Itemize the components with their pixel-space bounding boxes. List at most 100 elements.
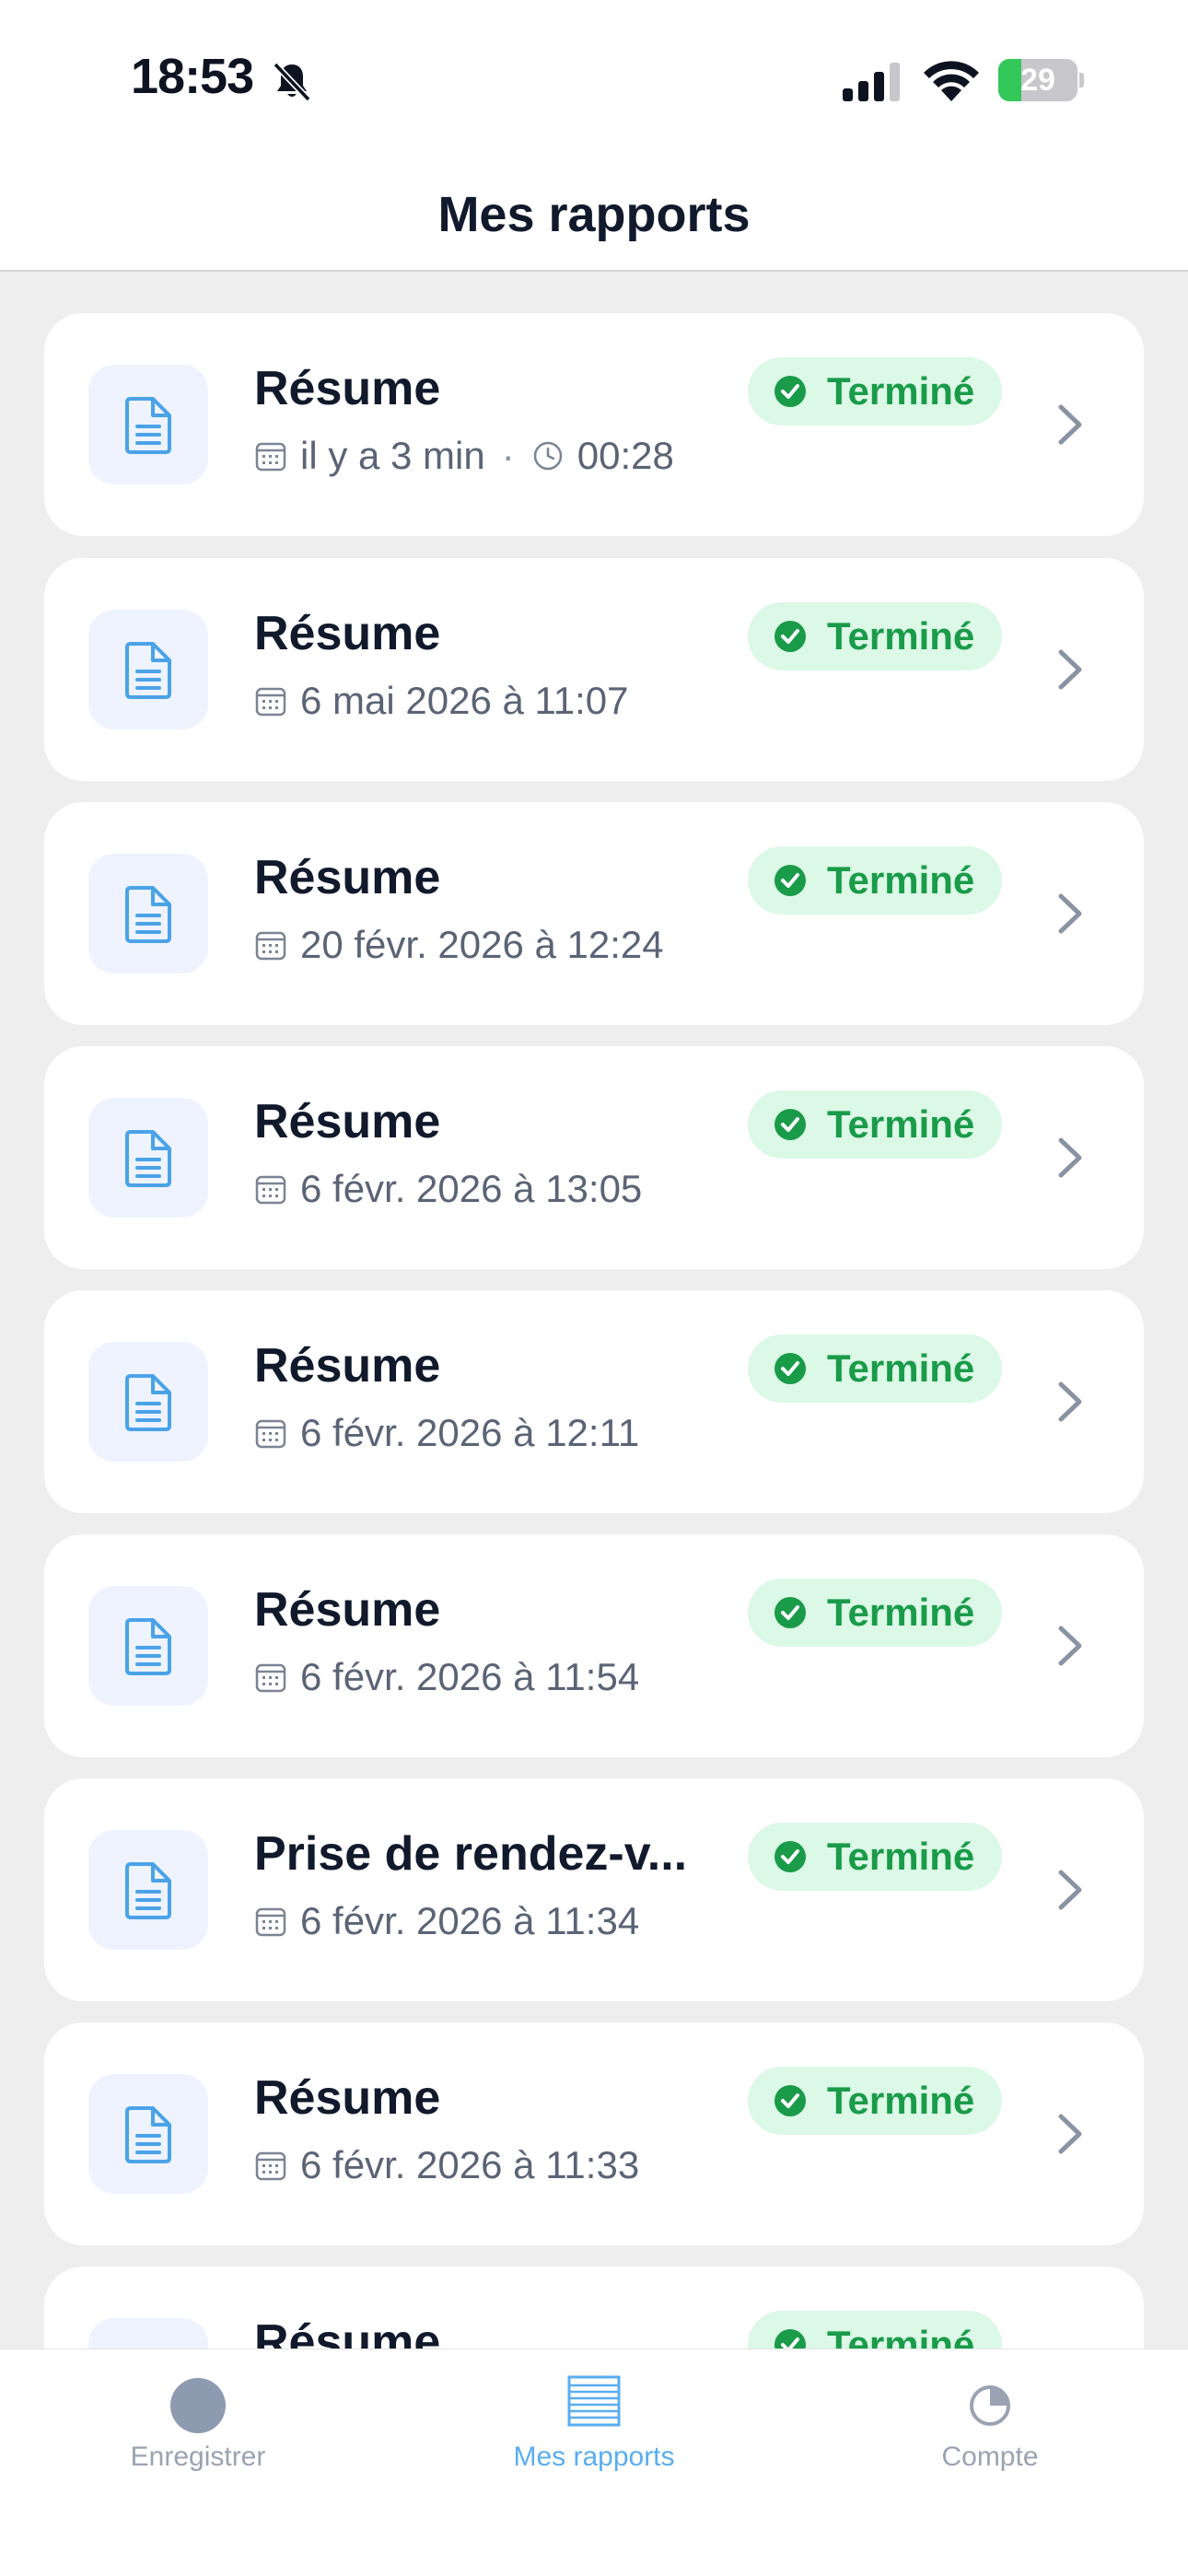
- document-icon-tile: [88, 365, 208, 484]
- check-circle-icon: [775, 865, 806, 896]
- report-title: Résume: [254, 607, 441, 660]
- chevron-right-icon: [1058, 649, 1082, 690]
- report-card[interactable]: Résume il y a 3 min · 00:28 Terminé: [44, 313, 1144, 536]
- document-icon-tile: [88, 2318, 208, 2349]
- status-label: Terminé: [827, 614, 975, 658]
- document-icon-tile: [88, 1098, 208, 1218]
- tab-label: Mes rapports: [513, 2442, 675, 2472]
- report-title: Résume: [254, 851, 441, 904]
- check-circle-icon: [775, 2329, 806, 2349]
- bell-slash-icon: [273, 62, 311, 102]
- status-label: Terminé: [827, 2323, 975, 2349]
- report-title: Résume: [254, 2315, 441, 2349]
- report-card[interactable]: Résume 20 févr. 2026 à 12:24 Terminé: [44, 802, 1144, 1025]
- document-icon-tile: [88, 1586, 208, 1706]
- document-icon: [125, 1862, 171, 1919]
- report-meta: il y a 3 min · 00:28: [254, 433, 674, 479]
- calendar-icon: [255, 687, 286, 717]
- clock-icon: [533, 441, 562, 471]
- report-meta: 6 févr. 2026 à 11:33: [254, 2142, 639, 2188]
- chevron-right-icon: [1058, 404, 1082, 445]
- document-icon-tile: [88, 1342, 208, 1462]
- report-title: Résume: [254, 1095, 441, 1148]
- chevron-right-icon: [1058, 1870, 1082, 1910]
- status-badge: Terminé: [748, 846, 1003, 915]
- reports-list[interactable]: Résume il y a 3 min · 00:28 Terminé Résu…: [0, 272, 1188, 2349]
- report-meta: 6 févr. 2026 à 13:05: [254, 1166, 642, 1212]
- tab-mes-rapports[interactable]: Mes rapports: [396, 2349, 792, 2576]
- cellular-signal-icon: [843, 63, 900, 101]
- check-circle-icon: [775, 1841, 806, 1872]
- chevron-right-icon: [1058, 1137, 1082, 1178]
- status-label: Terminé: [827, 1346, 975, 1390]
- chevron-right-icon: [1058, 2114, 1082, 2154]
- calendar-icon: [255, 1663, 286, 1693]
- status-label: Terminé: [827, 858, 975, 902]
- report-title: Résume: [254, 1339, 441, 1393]
- chevron-right-icon: [1058, 893, 1082, 934]
- report-card[interactable]: Résume 6 févr. 2026 à 11:33 Terminé: [44, 2022, 1144, 2245]
- status-label: Terminé: [827, 369, 975, 413]
- report-card[interactable]: Prise de rendez-v... 6 févr. 2026 à 11:3…: [44, 1778, 1144, 2001]
- status-badge: Terminé: [748, 2067, 1003, 2135]
- tab-bar: Enregistrer Mes rapports Compte: [0, 2349, 1188, 2576]
- status-badge: Terminé: [748, 1823, 1003, 1891]
- report-duration: 00:28: [577, 434, 674, 477]
- report-title: Prise de rendez-v...: [254, 1827, 688, 1881]
- report-meta: 6 févr. 2026 à 11:54: [254, 1654, 639, 1700]
- check-circle-icon: [775, 2085, 806, 2116]
- tab-label: Enregistrer: [130, 2442, 266, 2472]
- document-icon-tile: [88, 854, 208, 973]
- tab-compte[interactable]: Compte: [792, 2349, 1188, 2576]
- status-badge: Terminé: [748, 2311, 1003, 2349]
- report-date: 6 févr. 2026 à 11:33: [300, 2143, 640, 2186]
- check-circle-icon: [775, 621, 806, 652]
- status-badge: Terminé: [748, 1579, 1003, 1647]
- calendar-icon: [255, 1907, 286, 1937]
- report-meta: 6 févr. 2026 à 12:11: [254, 1410, 639, 1456]
- report-card[interactable]: Résume Terminé: [44, 2267, 1144, 2349]
- account-icon: [970, 2385, 1010, 2426]
- calendar-icon: [255, 2151, 286, 2181]
- report-title: Résume: [254, 1583, 441, 1637]
- record-icon: [170, 2378, 226, 2433]
- tab-enregistrer[interactable]: Enregistrer: [0, 2349, 396, 2576]
- battery-indicator: 29: [998, 59, 1084, 101]
- wifi-icon: [924, 61, 979, 101]
- report-card[interactable]: Résume 6 févr. 2026 à 13:05 Terminé: [44, 1046, 1144, 1269]
- report-date: il y a 3 min: [300, 434, 485, 477]
- document-icon: [125, 886, 171, 943]
- status-label: Terminé: [827, 1102, 975, 1146]
- document-icon: [125, 397, 171, 454]
- report-date: 6 mai 2026 à 11:07: [300, 679, 629, 722]
- status-bar: 18:53 29: [0, 0, 1188, 147]
- check-circle-icon: [775, 1597, 806, 1628]
- calendar-icon: [255, 442, 286, 472]
- document-icon-tile: [88, 2074, 208, 2194]
- report-date: 20 févr. 2026 à 12:24: [300, 923, 664, 966]
- report-card[interactable]: Résume 6 févr. 2026 à 12:11 Terminé: [44, 1290, 1144, 1513]
- report-meta: 6 mai 2026 à 11:07: [254, 678, 629, 724]
- document-icon: [125, 1130, 171, 1187]
- status-label: Terminé: [827, 1835, 975, 1878]
- report-card[interactable]: Résume 6 mai 2026 à 11:07 Terminé: [44, 558, 1144, 781]
- meta-separator: ·: [501, 434, 515, 477]
- report-meta: 6 févr. 2026 à 11:34: [254, 1898, 639, 1944]
- document-icon: [125, 2106, 171, 2163]
- report-date: 6 févr. 2026 à 11:54: [300, 1655, 640, 1698]
- report-card[interactable]: Résume 6 févr. 2026 à 11:54 Terminé: [44, 1534, 1144, 1757]
- report-title: Résume: [254, 2071, 441, 2125]
- report-meta: 20 févr. 2026 à 12:24: [254, 922, 664, 968]
- calendar-icon: [255, 1419, 286, 1449]
- calendar-icon: [255, 1175, 286, 1205]
- report-date: 6 févr. 2026 à 13:05: [300, 1167, 643, 1210]
- page-title: Mes rapports: [437, 187, 751, 242]
- reports-icon: [567, 2375, 621, 2427]
- status-badge: Terminé: [748, 602, 1003, 670]
- tab-label: Compte: [941, 2442, 1039, 2472]
- check-circle-icon: [775, 1353, 806, 1384]
- report-date: 6 févr. 2026 à 11:34: [300, 1899, 640, 1942]
- document-icon: [125, 642, 171, 699]
- report-title: Résume: [254, 362, 441, 415]
- status-time: 18:53: [131, 49, 254, 104]
